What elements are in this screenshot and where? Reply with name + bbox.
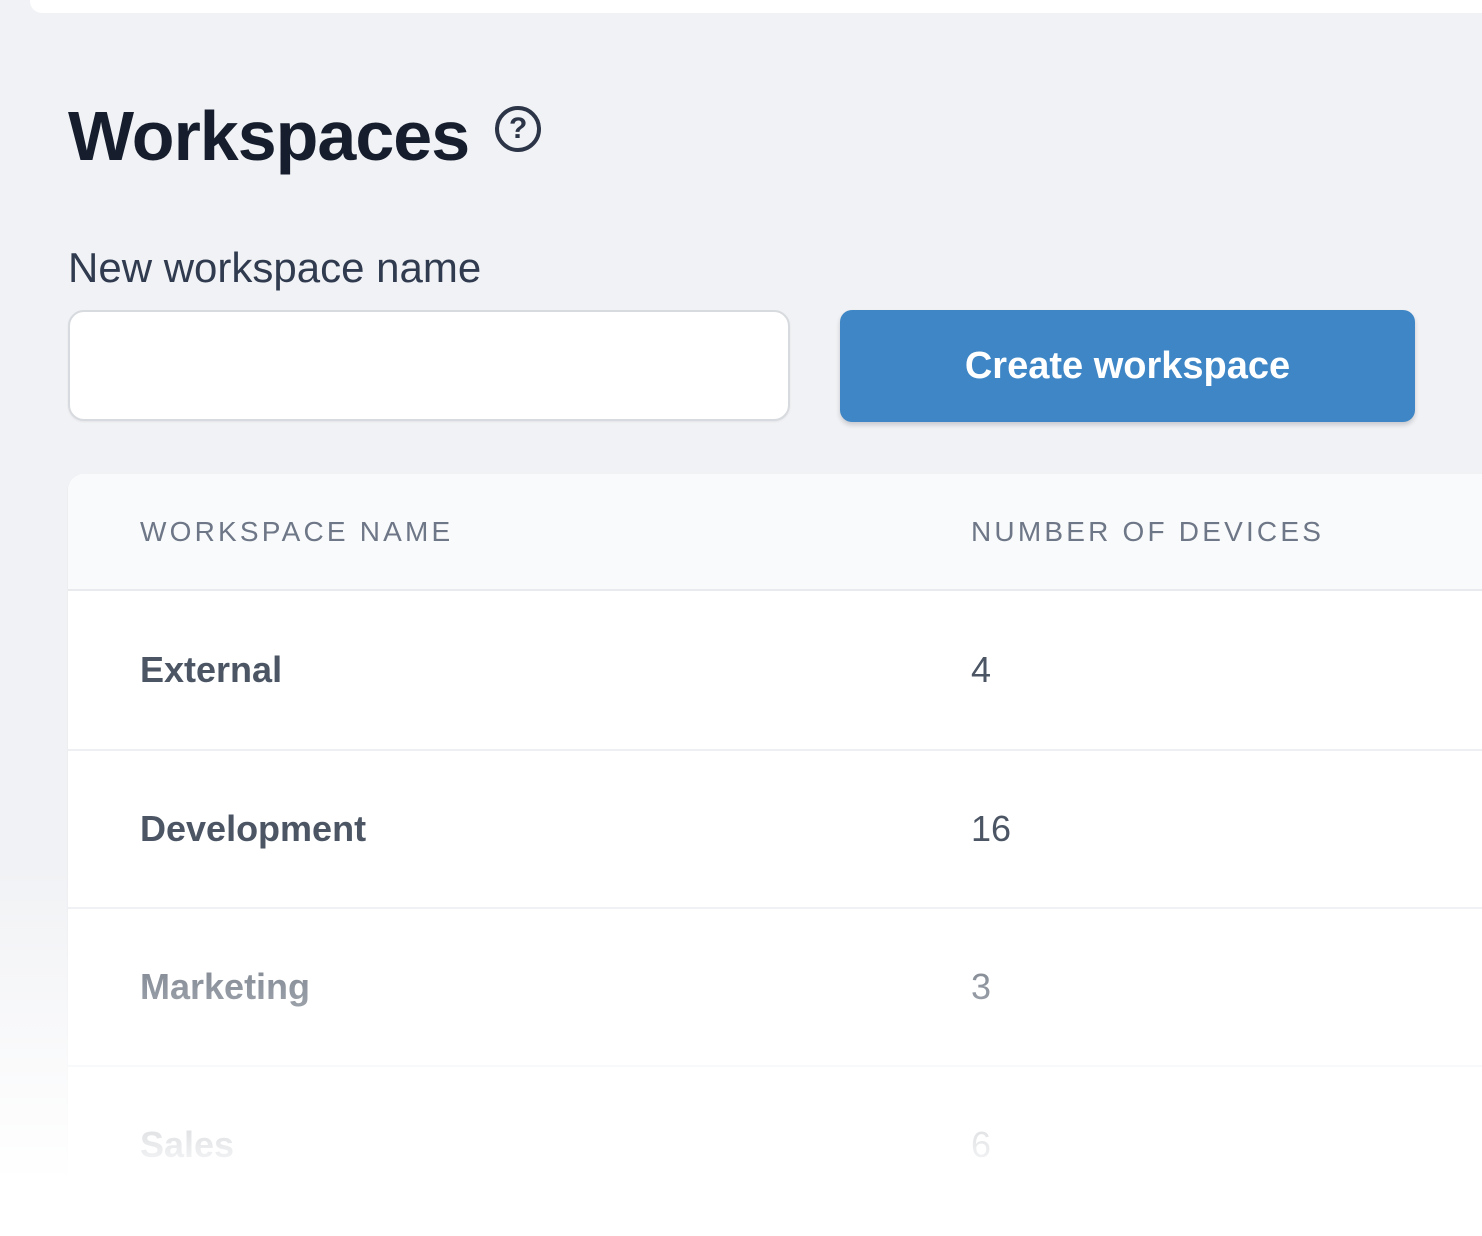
help-icon[interactable]: ?	[495, 106, 541, 152]
workspaces-table: Workspace name Number of devices Externa…	[68, 474, 1482, 1223]
page-title: Workspaces	[68, 96, 469, 176]
device-count-cell: 4	[971, 649, 1482, 691]
workspace-name-cell: Sales	[68, 1124, 971, 1166]
table-row[interactable]: External 4	[68, 591, 1482, 749]
page-header: Workspaces ?	[68, 96, 541, 176]
new-workspace-name-input[interactable]	[68, 310, 790, 421]
device-count-cell: 3	[971, 966, 1482, 1008]
table-row[interactable]: Development 16	[68, 749, 1482, 907]
column-header-number-of-devices: Number of devices	[971, 516, 1482, 548]
create-workspace-button[interactable]: Create workspace	[840, 310, 1415, 422]
top-card-edge	[30, 0, 1482, 13]
device-count-cell: 6	[971, 1124, 1482, 1166]
device-count-cell: 16	[971, 808, 1482, 850]
workspace-name-cell: External	[68, 649, 971, 691]
table-row[interactable]: Marketing 3	[68, 907, 1482, 1065]
workspace-name-cell: Development	[68, 808, 971, 850]
new-workspace-label: New workspace name	[68, 244, 481, 292]
create-workspace-form: Create workspace	[68, 310, 1415, 422]
column-header-workspace-name: Workspace name	[68, 516, 971, 548]
table-header-row: Workspace name Number of devices	[68, 474, 1482, 591]
table-row[interactable]: Sales 6	[68, 1065, 1482, 1223]
workspace-name-cell: Marketing	[68, 966, 971, 1008]
